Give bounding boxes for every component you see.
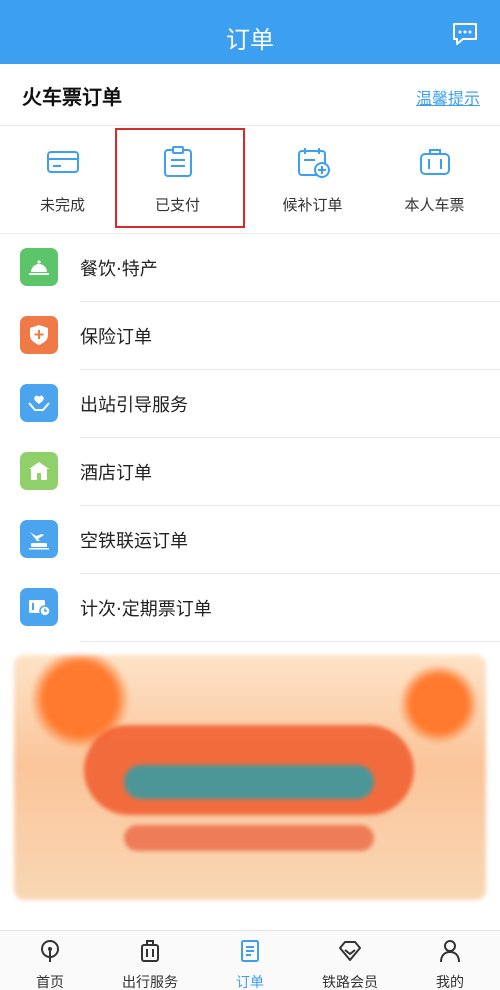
- calendar-add-icon: [298, 148, 330, 178]
- hotel-icon: [20, 452, 58, 490]
- banner-shape: [124, 825, 374, 851]
- list-item-label: 酒店订单: [80, 463, 152, 484]
- card-icon: [47, 151, 79, 173]
- train-orders-header: 火车票订单 温馨提示: [0, 64, 500, 126]
- train-icon: [41, 940, 59, 962]
- nav-label: 首页: [36, 975, 64, 990]
- tab-label: 候补订单: [282, 196, 343, 214]
- section-title: 火车票订单: [22, 85, 122, 109]
- list-item-count-ticket[interactable]: 计次·定期票订单: [0, 574, 500, 642]
- shield-plus-icon: [20, 316, 58, 354]
- tab-my-tickets[interactable]: 本人车票: [372, 126, 497, 234]
- page-title: 订单: [226, 26, 274, 54]
- bottom-nav: 首页 出行服务 订单 铁路会员 我的: [0, 930, 500, 990]
- tab-label: 未完成: [39, 196, 85, 214]
- banner-shape: [124, 765, 374, 799]
- list-item-label: 出站引导服务: [80, 395, 188, 416]
- title-bar: 订单: [0, 0, 500, 64]
- ticket-clock-icon: [20, 588, 58, 626]
- tips-link[interactable]: 温馨提示: [416, 85, 480, 109]
- tab-waitlist[interactable]: 候补订单: [250, 126, 375, 234]
- person-icon: [440, 940, 460, 963]
- nav-label: 铁路会员: [322, 975, 378, 990]
- tab-unfinished[interactable]: 未完成: [0, 126, 125, 234]
- divider: [80, 641, 500, 642]
- list-item-insurance[interactable]: 保险订单: [0, 302, 500, 370]
- list-item-label: 保险订单: [80, 327, 152, 348]
- nav-label: 订单: [236, 975, 264, 990]
- order-status-tabs: 未完成 已支付 候补订单 本人车票: [0, 126, 500, 234]
- order-doc-icon: [241, 940, 259, 962]
- nav-travel-services[interactable]: 出行服务: [100, 931, 200, 990]
- list-item-label: 餐饮·特产: [80, 259, 158, 280]
- nav-orders[interactable]: 订单: [200, 931, 300, 990]
- plane-train-icon: [20, 520, 58, 558]
- list-item-exit-guide[interactable]: 出站引导服务: [0, 370, 500, 438]
- hands-heart-icon: [20, 384, 58, 422]
- nav-label: 我的: [436, 975, 464, 990]
- list-item-label: 计次·定期票订单: [80, 599, 212, 620]
- luggage-icon: [141, 940, 159, 962]
- list-item-hotel[interactable]: 酒店订单: [0, 438, 500, 506]
- nav-home[interactable]: 首页: [0, 931, 100, 990]
- highlight-box: [115, 128, 245, 228]
- message-icon[interactable]: [452, 22, 478, 46]
- list-item-air-rail[interactable]: 空铁联运订单: [0, 506, 500, 574]
- diamond-icon: [339, 941, 361, 961]
- promo-banner[interactable]: [14, 655, 486, 900]
- nav-label: 出行服务: [122, 975, 178, 990]
- nav-mine[interactable]: 我的: [400, 931, 500, 990]
- list-item-label: 空铁联运订单: [80, 531, 188, 552]
- service-list: 餐饮·特产 保险订单 出站引导服务 酒店订单 空铁联运订单 计次·定期票订单: [0, 234, 500, 642]
- tab-label: 本人车票: [404, 196, 465, 214]
- list-item-catering[interactable]: 餐饮·特产: [0, 234, 500, 302]
- nav-railway-member[interactable]: 铁路会员: [300, 931, 400, 990]
- service-bell-icon: [20, 248, 58, 286]
- suitcase-icon: [420, 149, 450, 175]
